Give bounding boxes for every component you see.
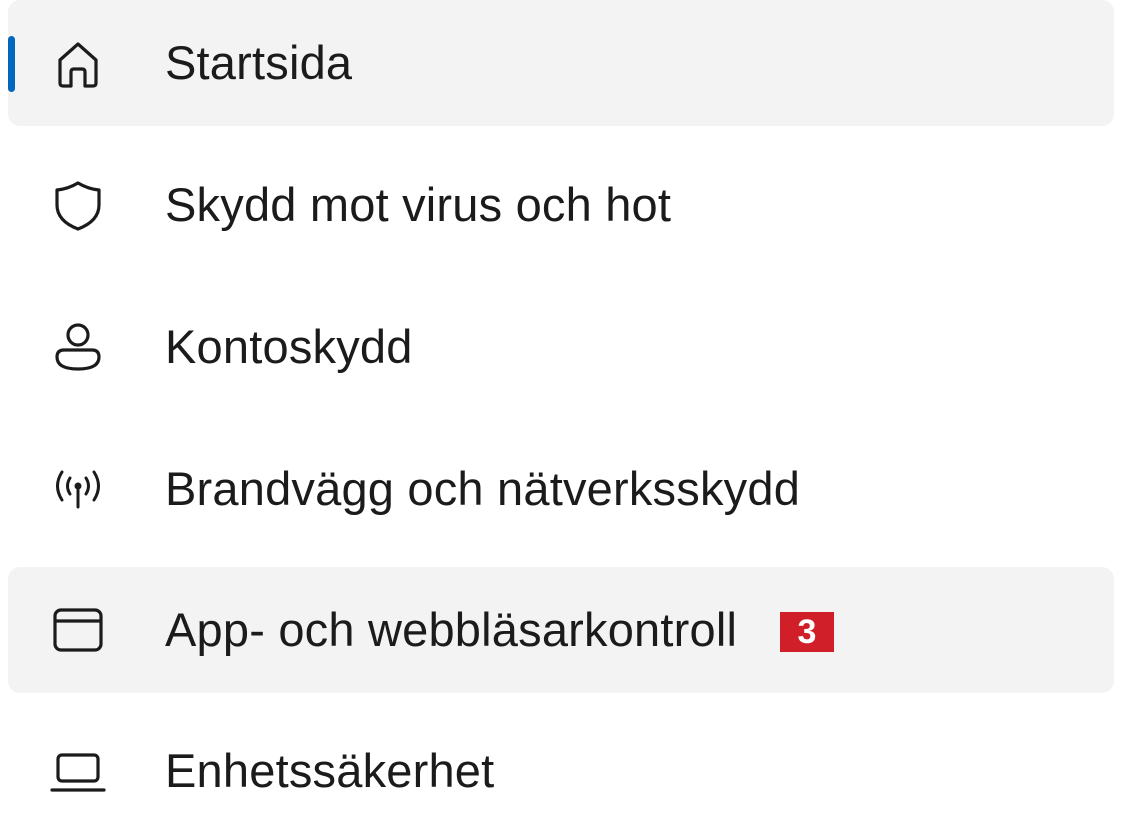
nav-item-virus-protection[interactable]: Skydd mot virus och hot bbox=[8, 142, 1114, 268]
home-icon bbox=[48, 33, 108, 93]
nav-item-label: Kontoskydd bbox=[165, 320, 413, 373]
nav-item-app-browser-control[interactable]: App- och webbläsarkontroll 3 bbox=[8, 567, 1114, 693]
nav-item-label: Brandvägg och nätverksskydd bbox=[165, 462, 801, 515]
shield-icon bbox=[48, 175, 108, 235]
nav-item-startsida[interactable]: Startsida bbox=[8, 0, 1114, 126]
person-icon bbox=[48, 317, 108, 377]
nav-item-device-security[interactable]: Enhetssäkerhet bbox=[8, 708, 1114, 820]
laptop-icon bbox=[48, 741, 108, 801]
antenna-icon bbox=[48, 459, 108, 519]
nav-item-label: Skydd mot virus och hot bbox=[165, 178, 672, 231]
nav-item-account-protection[interactable]: Kontoskydd bbox=[8, 284, 1114, 410]
app-window-icon bbox=[48, 600, 108, 660]
nav-item-label: Enhetssäkerhet bbox=[165, 744, 495, 797]
selection-indicator bbox=[8, 36, 15, 92]
nav-item-label: App- och webbläsarkontroll bbox=[165, 603, 738, 656]
count-badge: 3 bbox=[780, 612, 834, 652]
nav-item-firewall[interactable]: Brandvägg och nätverksskydd bbox=[8, 426, 1114, 552]
nav-item-label: Startsida bbox=[165, 36, 353, 89]
navigation-menu: Startsida Skydd mot virus och hot Kontos… bbox=[0, 0, 1124, 820]
